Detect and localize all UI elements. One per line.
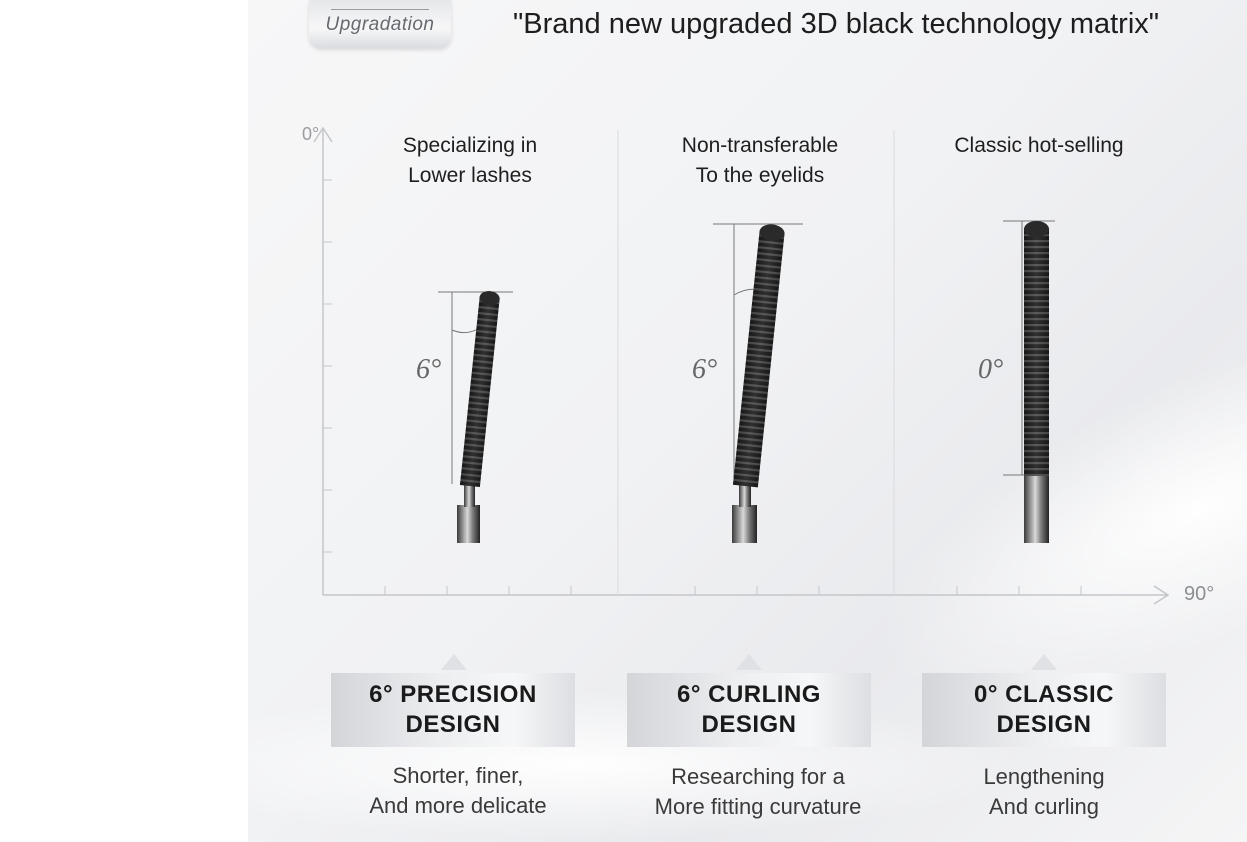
angle-label-1: 6°: [416, 354, 441, 385]
x-axis-label: 90°: [1184, 583, 1214, 605]
curling-design-label: 6° CURLING DESIGN: [627, 673, 871, 747]
pointer-triangle: [441, 654, 467, 670]
classic-wand-illustration: [1003, 220, 1055, 543]
precision-wand-illustration: [438, 290, 513, 543]
product-infographic-panel: Upgradation "Brand new upgraded 3D black…: [248, 0, 1247, 842]
precision-design-label: 6° PRECISION DESIGN: [331, 673, 575, 747]
precision-description: Shorter, finer, And more delicate: [369, 763, 547, 818]
pointer-triangle: [1031, 654, 1057, 670]
category-title-lower-lashes: Specializing in Lower lashes: [402, 134, 538, 187]
pointer-triangle: [736, 654, 762, 670]
category-title-classic: Classic hot-selling: [954, 134, 1124, 157]
classic-design-label: 0° CLASSIC DESIGN: [922, 673, 1166, 747]
angle-label-2: 6°: [692, 354, 717, 385]
curling-wand-illustration: [713, 223, 803, 543]
classic-description: Lengthening And curling: [983, 764, 1105, 819]
y-axis-label: 0°: [302, 124, 319, 144]
angle-label-3: 0°: [978, 354, 1003, 385]
category-title-non-transferable: Non-transferable To the eyelids: [681, 134, 839, 187]
curling-description: Researching for a More fitting curvature: [654, 764, 862, 819]
